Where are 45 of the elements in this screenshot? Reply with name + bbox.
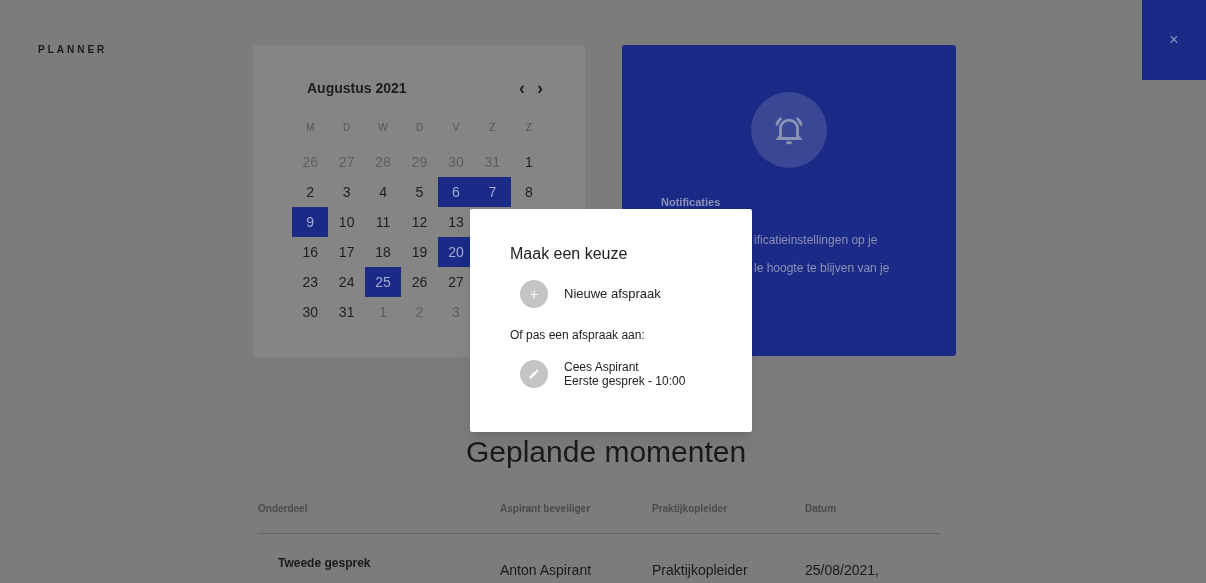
calendar-day[interactable]: 30 [292, 297, 329, 327]
appointment-detail: Eerste gesprek - 10:00 [564, 374, 686, 388]
calendar-day[interactable]: 6 [437, 177, 475, 207]
calendar-day[interactable]: 1 [510, 147, 547, 177]
table-cell: 25/08/2021, [805, 562, 879, 578]
plus-icon: + [520, 280, 548, 308]
month-title: Augustus 2021 [307, 79, 407, 98]
appointment-name: Cees Aspirant [564, 360, 640, 374]
calendar-day[interactable]: 16 [292, 237, 329, 267]
dialog-subtitle: Of pas een afspraak aan: [510, 327, 646, 344]
calendar-day[interactable]: 4 [364, 177, 402, 207]
notifications-text: ificatieinstellingen op je [754, 231, 879, 249]
calendar-day[interactable]: 18 [364, 237, 402, 267]
dialog-title: Maak een keuze [510, 244, 629, 264]
section-heading: Geplande momenten [466, 435, 747, 469]
pencil-icon [520, 360, 548, 388]
previous-month-button[interactable]: ‹ [519, 75, 525, 102]
calendar-day[interactable]: 17 [328, 237, 365, 267]
notifications-text: le hoogte te blijven van je [754, 259, 891, 277]
calendar-day[interactable]: 23 [292, 267, 329, 297]
notifications-title: Notificaties [661, 195, 722, 210]
calendar-day[interactable]: 8 [510, 177, 547, 207]
calendar-day[interactable]: 2 [292, 177, 329, 207]
calendar-day[interactable]: 13 [437, 207, 475, 237]
appointment-item[interactable]: Cees Aspirant Eerste gesprek - 10:00 [520, 360, 686, 388]
calendar-day[interactable]: 26 [401, 267, 438, 297]
calendar-day[interactable]: 27 [437, 267, 475, 297]
calendar-day[interactable]: 19 [401, 237, 438, 267]
calendar-day[interactable]: 3 [328, 177, 365, 207]
calendar-day[interactable]: 25 [364, 267, 402, 297]
calendar-day[interactable]: 24 [328, 267, 365, 297]
calendar-day[interactable]: 11 [364, 207, 402, 237]
calendar-day[interactable]: 9 [292, 207, 329, 237]
close-button[interactable]: × [1142, 0, 1206, 80]
calendar-day[interactable]: 5 [401, 177, 438, 207]
table-cell: Tweede gesprek [278, 556, 371, 570]
table-cell: Praktijkopleider [652, 562, 748, 578]
calendar-day[interactable]: 7 [474, 177, 511, 207]
app-title: PLANNER [38, 44, 108, 55]
calendar-day[interactable]: 10 [328, 207, 365, 237]
table-cell: Anton Aspirant [500, 562, 592, 578]
calendar-day[interactable]: 12 [401, 207, 438, 237]
calendar-day[interactable]: 31 [328, 297, 365, 327]
next-month-button[interactable]: › [537, 75, 543, 102]
new-appointment-button[interactable]: + Nieuwe afspraak [520, 280, 661, 308]
